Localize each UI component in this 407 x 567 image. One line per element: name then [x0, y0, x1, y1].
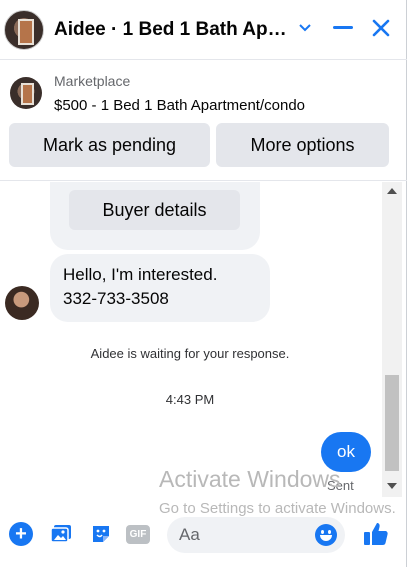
plus-icon[interactable]: +	[9, 522, 33, 546]
sender-avatar[interactable]	[5, 286, 39, 320]
message-composer: + GIF	[0, 510, 407, 560]
waiting-notice: Aidee is waiting for your response.	[90, 346, 290, 361]
message-scrollbar[interactable]	[382, 182, 402, 497]
message-input[interactable]	[179, 517, 309, 553]
chat-title[interactable]: Aidee · 1 Bed 1 Bath Apart...	[54, 19, 292, 41]
contact-avatar[interactable]	[4, 9, 44, 50]
header-controls	[293, 14, 393, 42]
chat-header[interactable]: Aidee · 1 Bed 1 Bath Apart...	[0, 0, 407, 60]
minimize-icon[interactable]	[331, 14, 355, 42]
message-input-wrapper[interactable]	[167, 517, 345, 553]
photo-icon[interactable]	[49, 522, 73, 546]
scroll-up-arrow-icon[interactable]	[387, 188, 397, 194]
gif-label: GIF	[126, 524, 150, 544]
emoji-icon[interactable]	[315, 524, 337, 546]
gif-icon[interactable]: GIF	[126, 522, 150, 546]
incoming-message-line: Hello, I'm interested.	[63, 265, 218, 284]
incoming-message-bubble[interactable]: Hello, I'm interested. 332-733-3508	[50, 254, 270, 322]
thumbs-up-icon[interactable]	[362, 520, 390, 548]
chat-window: Aidee · 1 Bed 1 Bath Apart... Marketplac…	[0, 0, 407, 567]
listing-title[interactable]: $500 - 1 Bed 1 Bath Apartment/condo	[54, 97, 305, 114]
sticker-icon[interactable]	[89, 522, 113, 546]
marketplace-listing: Marketplace $500 - 1 Bed 1 Bath Apartmen…	[0, 61, 407, 181]
message-timestamp: 4:43 PM	[165, 392, 215, 407]
mark-as-pending-button[interactable]: Mark as pending	[9, 123, 210, 167]
buyer-details-button[interactable]: Buyer details	[69, 190, 240, 230]
scroll-down-arrow-icon[interactable]	[387, 483, 397, 489]
more-options-button[interactable]: More options	[216, 123, 389, 167]
message-list[interactable]: Buyer details Hello, I'm interested. 332…	[0, 182, 380, 497]
listing-thumbnail[interactable]	[10, 77, 42, 109]
incoming-message-phone: 332-733-3508	[63, 289, 169, 308]
close-icon[interactable]	[369, 14, 393, 42]
activate-windows-title: Activate Windows	[159, 466, 341, 492]
listing-category: Marketplace	[54, 73, 131, 89]
chevron-down-icon[interactable]	[293, 14, 317, 42]
scroll-thumb[interactable]	[385, 375, 399, 471]
